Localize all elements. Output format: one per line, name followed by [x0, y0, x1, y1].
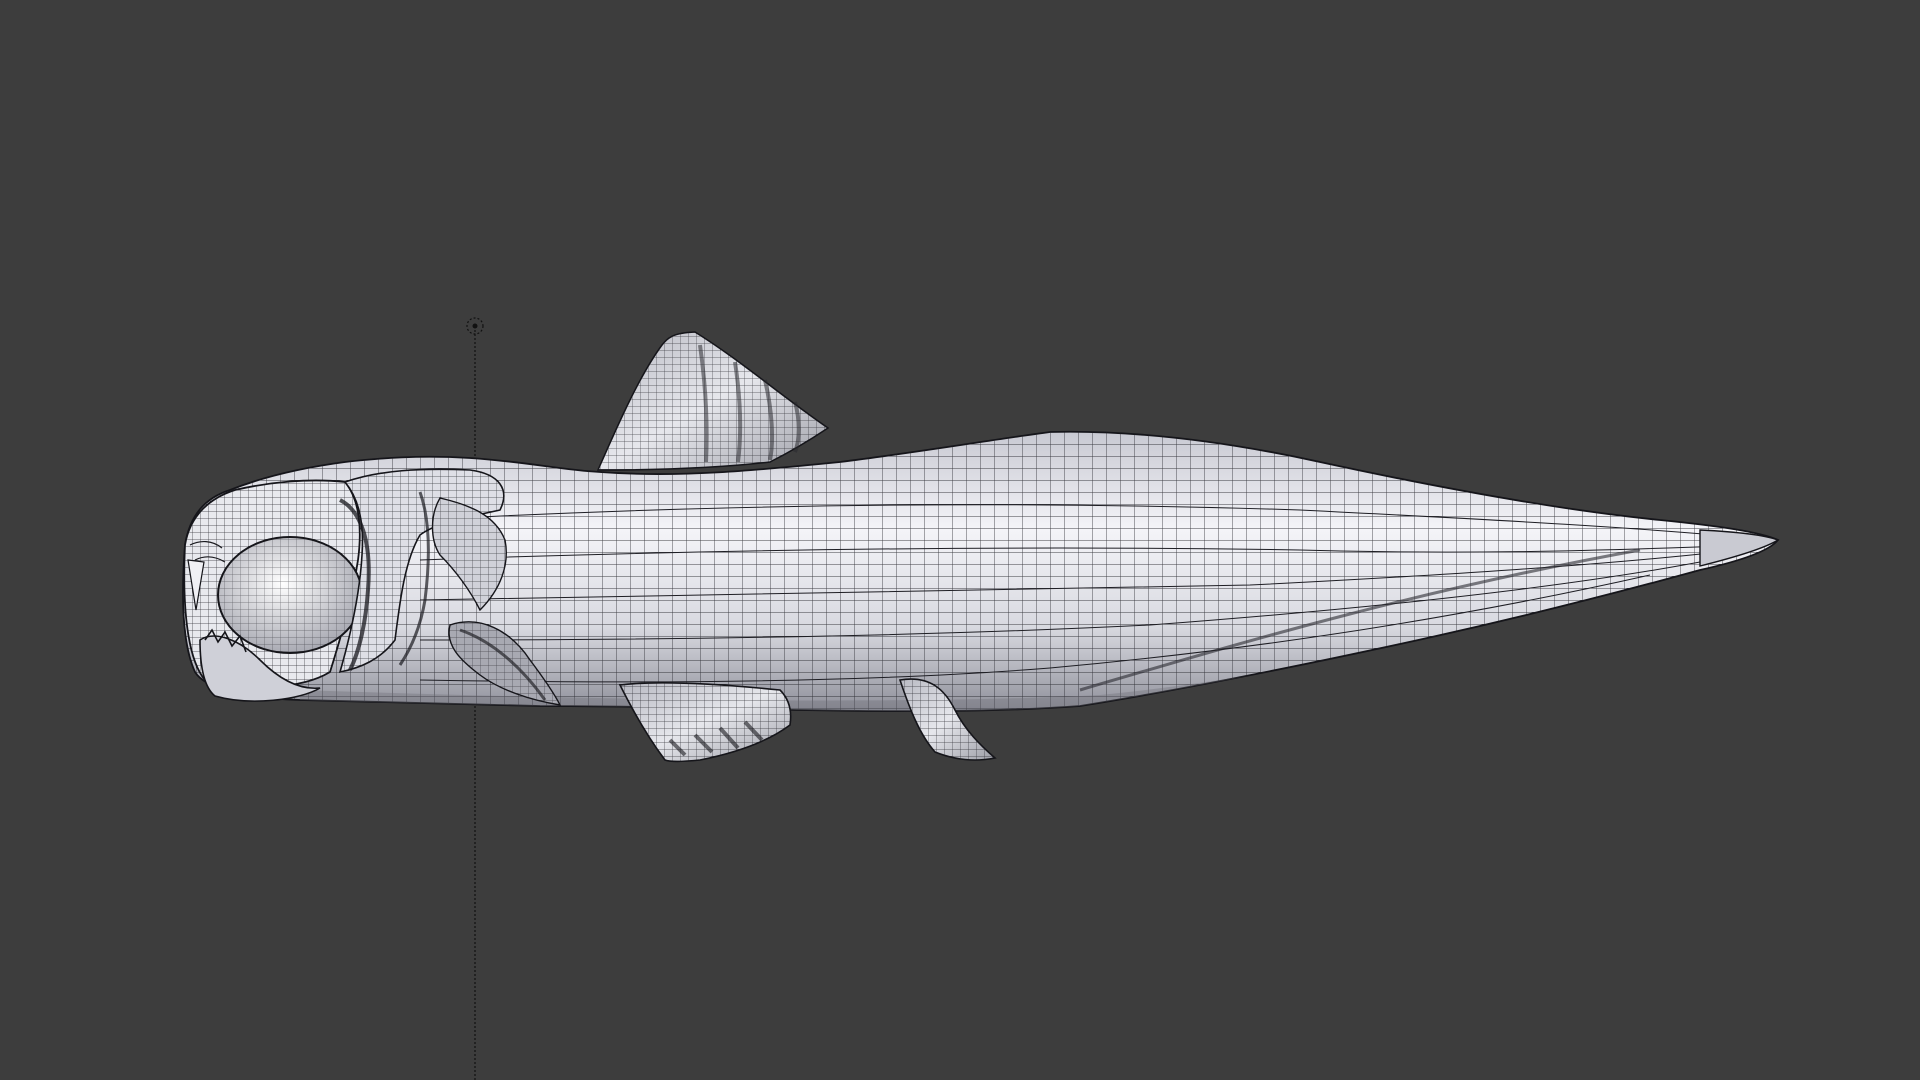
3d-viewport[interactable]: [0, 0, 1920, 1080]
pelvic-fin[interactable]: [618, 681, 792, 763]
dorsal-fin[interactable]: [596, 331, 830, 471]
fish-body[interactable]: [170, 420, 1790, 740]
cursor-center: [472, 323, 478, 329]
fish-mesh[interactable]: [170, 331, 1790, 763]
viewport-canvas[interactable]: [0, 0, 1920, 1080]
